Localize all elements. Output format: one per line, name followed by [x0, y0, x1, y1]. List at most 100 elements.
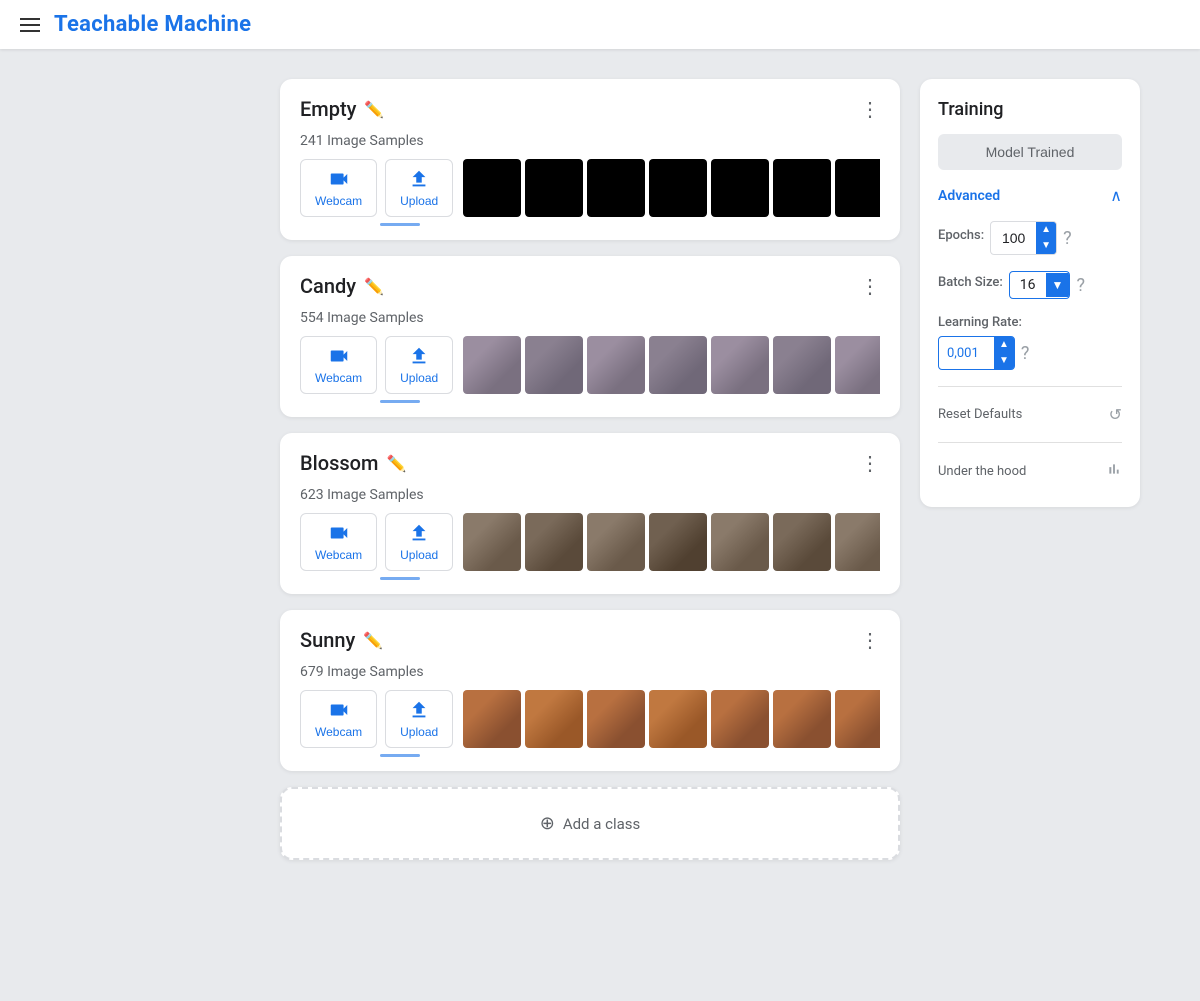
image-thumb: [587, 513, 645, 571]
learning-rate-label: Learning Rate:: [938, 315, 1122, 330]
more-icon-blossom[interactable]: ⋮: [860, 453, 880, 473]
images-strip-sunny: [463, 690, 880, 748]
learning-rate-box: 0,001 ▲ ▼: [938, 336, 1015, 370]
app-header: Teachable Machine: [0, 0, 1200, 49]
epochs-help-icon[interactable]: ?: [1063, 228, 1072, 249]
batch-size-label: Batch Size:: [938, 275, 1003, 290]
edit-icon-blossom[interactable]: ✏️: [386, 454, 406, 473]
more-icon-sunny[interactable]: ⋮: [860, 630, 880, 650]
class-card-candy: Candy ✏️ ⋮ 554 Image Samples Webcam Uplo…: [280, 256, 900, 417]
edit-icon-empty[interactable]: ✏️: [364, 100, 384, 119]
epochs-value-box: ▲ ▼: [990, 221, 1057, 255]
action-buttons-empty: Webcam Upload: [300, 159, 453, 217]
class-name-candy: Candy: [300, 274, 356, 298]
image-thumb: [835, 513, 880, 571]
sample-count-empty: 241 Image Samples: [300, 133, 880, 149]
hamburger-icon[interactable]: [20, 18, 40, 32]
add-class-label: ⊕ Add a class: [540, 813, 641, 834]
upload-button-empty[interactable]: Upload: [385, 159, 453, 217]
edit-icon-candy[interactable]: ✏️: [364, 277, 384, 296]
class-card-header-blossom: Blossom ✏️ ⋮: [300, 451, 880, 475]
class-content-sunny: Webcam Upload: [300, 690, 880, 748]
epochs-input[interactable]: [991, 225, 1036, 251]
class-name-row-blossom: Blossom ✏️: [300, 451, 406, 475]
action-buttons-candy: Webcam Upload: [300, 336, 453, 394]
webcam-button-sunny[interactable]: Webcam: [300, 690, 377, 748]
image-thumb: [649, 336, 707, 394]
image-thumb: [711, 513, 769, 571]
image-thumb: [773, 690, 831, 748]
class-name-blossom: Blossom: [300, 451, 378, 475]
image-thumb: [525, 336, 583, 394]
image-thumb: [649, 159, 707, 217]
lr-help-icon[interactable]: ?: [1021, 343, 1030, 364]
scroll-bar: [380, 223, 420, 226]
class-card-empty: Empty ✏️ ⋮ 241 Image Samples Webcam Uplo…: [280, 79, 900, 240]
action-buttons-blossom: Webcam Upload: [300, 513, 453, 571]
more-icon-empty[interactable]: ⋮: [860, 99, 880, 119]
class-name-empty: Empty: [300, 97, 356, 121]
image-thumb: [649, 513, 707, 571]
image-thumb: [711, 336, 769, 394]
class-content-blossom: Webcam Upload: [300, 513, 880, 571]
class-card-blossom: Blossom ✏️ ⋮ 623 Image Samples Webcam Up…: [280, 433, 900, 594]
image-thumb: [587, 336, 645, 394]
chart-icon: [1106, 461, 1122, 481]
classes-column: Empty ✏️ ⋮ 241 Image Samples Webcam Uplo…: [280, 79, 900, 964]
reset-defaults-label: Reset Defaults: [938, 407, 1022, 422]
app-title: Teachable Machine: [54, 12, 251, 37]
image-thumb: [711, 159, 769, 217]
train-button[interactable]: Model Trained: [938, 134, 1122, 170]
class-name-row-sunny: Sunny ✏️: [300, 628, 383, 652]
batch-size-row: Batch Size: 16 ▼ ?: [938, 271, 1122, 299]
upload-button-blossom[interactable]: Upload: [385, 513, 453, 571]
lr-increment[interactable]: ▲: [994, 337, 1014, 353]
advanced-label: Advanced: [938, 188, 1000, 204]
advanced-row[interactable]: Advanced ∧: [938, 186, 1122, 205]
more-icon-candy[interactable]: ⋮: [860, 276, 880, 296]
learning-rate-control: 0,001 ▲ ▼ ?: [938, 336, 1122, 370]
scroll-indicator-empty: [300, 223, 880, 226]
image-thumb: [773, 159, 831, 217]
image-thumb: [835, 159, 880, 217]
class-content-candy: Webcam Upload: [300, 336, 880, 394]
edit-icon-sunny[interactable]: ✏️: [363, 631, 383, 650]
image-thumb: [463, 336, 521, 394]
chevron-up-icon: ∧: [1110, 186, 1122, 205]
class-name-sunny: Sunny: [300, 628, 355, 652]
sample-count-sunny: 679 Image Samples: [300, 664, 880, 680]
training-title: Training: [938, 99, 1122, 120]
epochs-increment[interactable]: ▲: [1036, 222, 1056, 238]
upload-button-sunny[interactable]: Upload: [385, 690, 453, 748]
webcam-button-empty[interactable]: Webcam: [300, 159, 377, 217]
reset-defaults-row[interactable]: Reset Defaults ↺: [938, 399, 1122, 430]
epochs-control: Epochs: ▲ ▼ ?: [938, 221, 1122, 255]
image-thumb: [587, 159, 645, 217]
batch-value: 16: [1010, 272, 1046, 298]
webcam-button-candy[interactable]: Webcam: [300, 336, 377, 394]
webcam-button-blossom[interactable]: Webcam: [300, 513, 377, 571]
scroll-bar: [380, 400, 420, 403]
epochs-spinners: ▲ ▼: [1036, 222, 1056, 254]
batch-help-icon[interactable]: ?: [1076, 275, 1085, 296]
sample-count-candy: 554 Image Samples: [300, 310, 880, 326]
scroll-indicator-candy: [300, 400, 880, 403]
add-class-card[interactable]: ⊕ Add a class: [280, 787, 900, 860]
image-thumb: [835, 336, 880, 394]
image-thumb: [463, 690, 521, 748]
images-strip-empty: [463, 159, 880, 217]
class-card-header-sunny: Sunny ✏️ ⋮: [300, 628, 880, 652]
scroll-indicator-blossom: [300, 577, 880, 580]
upload-button-candy[interactable]: Upload: [385, 336, 453, 394]
lr-decrement[interactable]: ▼: [994, 353, 1014, 369]
class-card-header: Empty ✏️ ⋮: [300, 97, 880, 121]
images-strip-candy: [463, 336, 880, 394]
under-hood-row[interactable]: Under the hood: [938, 455, 1122, 487]
image-thumb: [525, 159, 583, 217]
batch-dropdown-button[interactable]: ▼: [1046, 273, 1070, 297]
epochs-label: Epochs:: [938, 228, 984, 243]
learning-rate-value: 0,001: [939, 341, 994, 366]
epochs-decrement[interactable]: ▼: [1036, 238, 1056, 254]
image-thumb: [649, 690, 707, 748]
image-thumb: [773, 336, 831, 394]
